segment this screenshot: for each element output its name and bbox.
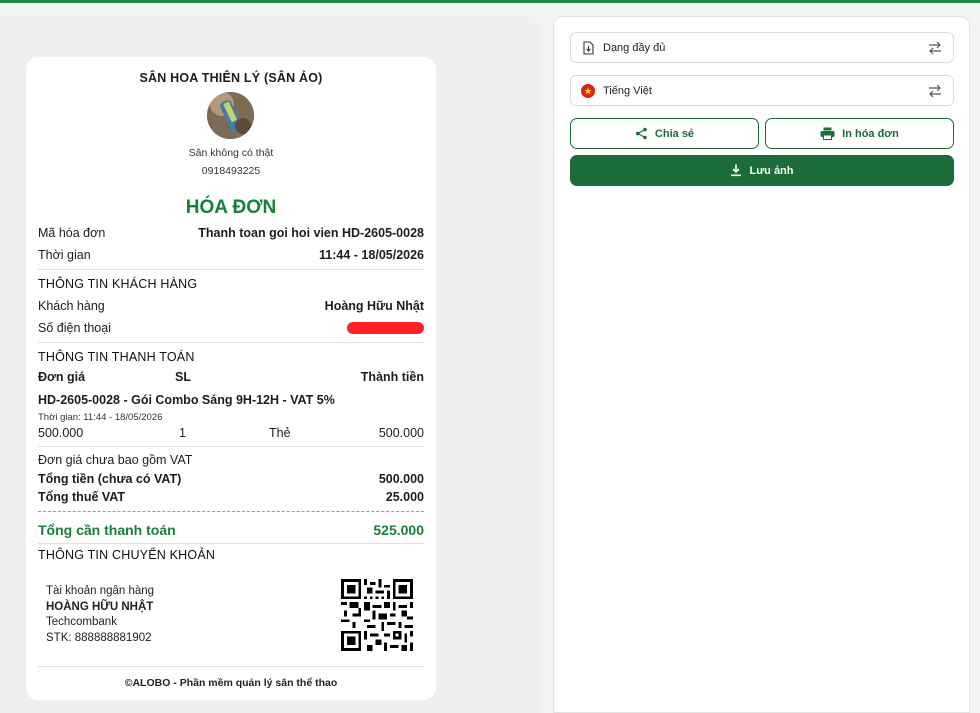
col-amount: Thành tiền xyxy=(360,370,424,384)
shop-subtitle: Sân không có thật xyxy=(188,147,274,159)
divider xyxy=(38,269,424,270)
phone-row: Số điện thoại xyxy=(38,319,424,337)
tax-value: 25.000 xyxy=(385,490,424,504)
col-price: Đơn giá xyxy=(38,370,86,384)
invoice-footer: ©ALOBO - Phần mềm quản lý sân thể thao xyxy=(124,677,338,689)
share-button[interactable]: Chia sẻ xyxy=(570,118,759,149)
top-accent-bar xyxy=(0,0,980,3)
item-table-header: Đơn giá SL Thành tiền xyxy=(38,370,424,388)
shop-name: SÂN HOA THIÊN LÝ (SÂN ẢO) xyxy=(139,71,323,85)
total-value: 525.000 xyxy=(373,522,424,538)
format-select-value: Dạng đầy đủ xyxy=(603,41,666,54)
format-select[interactable]: Dạng đầy đủ xyxy=(570,32,954,63)
item-method: Thẻ xyxy=(269,426,291,440)
bank-info: Tài khoản ngân hàng HOÀNG HỮU NHẬT Techc… xyxy=(46,584,154,646)
item-time: Thời gian: 11:44 - 18/05/2026 xyxy=(38,412,163,423)
col-qty: SL xyxy=(175,370,191,384)
vietnam-flag-icon xyxy=(581,83,595,98)
transfer-section-title: THÔNG TIN CHUYỂN KHOẢN xyxy=(38,548,216,562)
download-file-icon xyxy=(581,40,595,55)
save-image-button[interactable]: Lưu ảnh xyxy=(570,155,954,186)
item-name: HD-2605-0028 - Gói Combo Sáng 9H-12H - V… xyxy=(38,393,335,407)
save-label: Lưu ảnh xyxy=(749,164,794,177)
bank-label: Tài khoản ngân hàng xyxy=(46,585,155,597)
swap-icon xyxy=(929,41,941,55)
vat-note: Đơn giá chưa bao gồm VAT xyxy=(38,453,193,467)
customer-section-title: THÔNG TIN KHÁCH HÀNG xyxy=(38,277,198,291)
print-label: In hóa đơn xyxy=(842,127,899,140)
download-icon xyxy=(731,164,742,177)
options-panel: Dạng đầy đủ Tiếng Việt Chia sẻ In hóa đơ… xyxy=(553,16,970,713)
dashed-divider xyxy=(38,511,424,512)
tax-label: Tổng thuế VAT xyxy=(38,490,126,504)
printer-icon xyxy=(820,127,835,140)
bank-account: STK: 888888881902 xyxy=(46,631,152,644)
bank-holder: HOÀNG HỮU NHẬT xyxy=(46,600,154,613)
phone-label: Số điện thoại xyxy=(38,321,111,335)
item-values-row: 500.000 1 Thẻ 500.000 xyxy=(38,426,424,444)
shop-phone: 0918493225 xyxy=(201,165,261,177)
invoice-code-value: Thanh toan goi hoi vien HD-2605-0028 xyxy=(198,226,424,240)
divider xyxy=(38,446,424,447)
time-value: 11:44 - 18/05/2026 xyxy=(319,248,424,262)
time-row: Thời gian 11:44 - 18/05/2026 xyxy=(38,246,424,264)
divider xyxy=(38,543,424,544)
invoice-code-row: Mã hóa đơn Thanh toan goi hoi vien HD-26… xyxy=(38,224,424,242)
qr-code xyxy=(341,579,413,651)
print-invoice-button[interactable]: In hóa đơn xyxy=(765,118,954,149)
customer-row: Khách hàng Hoàng Hữu Nhật xyxy=(38,297,424,315)
item-amount: 500.000 xyxy=(378,426,424,440)
preview-panel: SÂN HOA THIÊN LÝ (SÂN ẢO) Sân không có t… xyxy=(0,16,539,713)
bank-name: Techcombank xyxy=(46,616,117,628)
total-label: Tổng cần thanh toán xyxy=(38,522,176,538)
shop-avatar xyxy=(207,92,254,139)
grand-total-row: Tổng cần thanh toán 525.000 xyxy=(38,522,424,538)
redacted-phone xyxy=(347,322,424,334)
payment-section-title: THÔNG TIN THANH TOÁN xyxy=(38,350,195,364)
subtotal-row: Tổng tiền (chưa có VAT) 500.000 xyxy=(38,470,424,488)
swap-icon xyxy=(929,84,941,98)
divider xyxy=(38,666,424,667)
share-icon xyxy=(635,127,647,140)
subtotal-value: 500.000 xyxy=(378,472,424,486)
time-label: Thời gian xyxy=(38,248,91,262)
item-qty: 1 xyxy=(179,426,186,440)
customer-label: Khách hàng xyxy=(38,299,105,313)
customer-value: Hoàng Hữu Nhật xyxy=(324,299,424,313)
vat-note-row: Đơn giá chưa bao gồm VAT xyxy=(38,451,424,469)
invoice-card: SÂN HOA THIÊN LÝ (SÂN ẢO) Sân không có t… xyxy=(26,57,436,700)
subtotal-label: Tổng tiền (chưa có VAT) xyxy=(38,472,182,486)
invoice-code-label: Mã hóa đơn xyxy=(38,226,106,240)
divider xyxy=(38,342,424,343)
tax-row: Tổng thuế VAT 25.000 xyxy=(38,488,424,506)
share-label: Chia sẻ xyxy=(654,127,695,140)
language-select-value: Tiếng Việt xyxy=(603,84,652,97)
invoice-title: HÓA ĐƠN xyxy=(185,197,277,218)
language-select[interactable]: Tiếng Việt xyxy=(570,75,954,106)
item-price: 500.000 xyxy=(38,426,84,440)
